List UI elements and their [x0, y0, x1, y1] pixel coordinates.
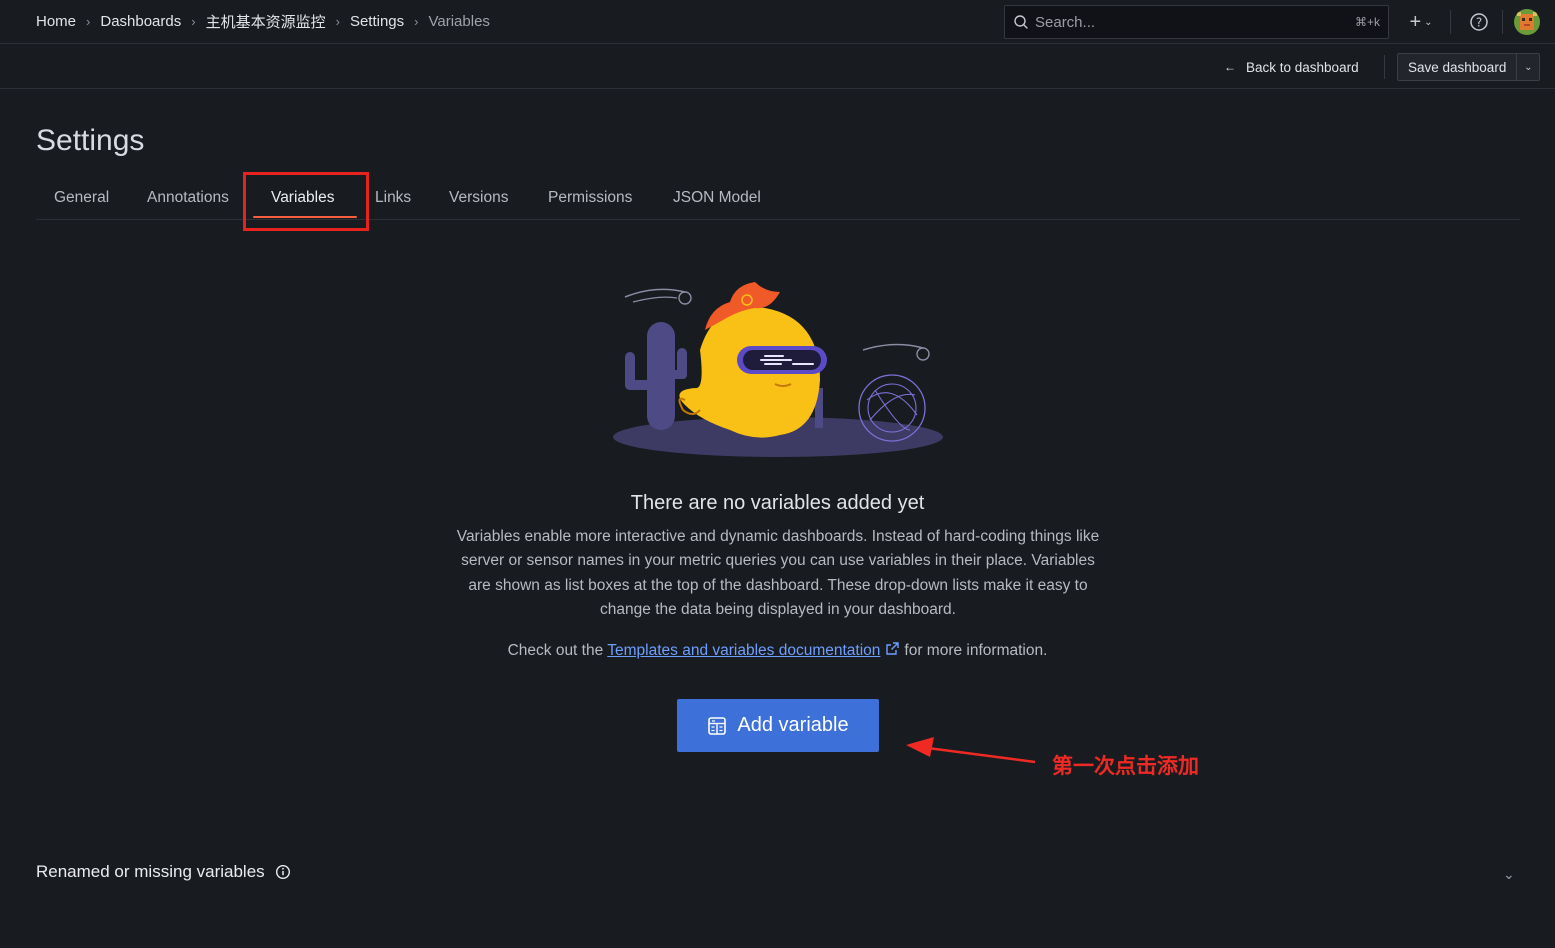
search-icon — [1014, 15, 1028, 29]
breadcrumb: Home › Dashboards › 主机基本资源监控 › Settings … — [36, 11, 490, 32]
annotation-arrow-icon — [906, 737, 1036, 764]
tab-permissions[interactable]: Permissions — [548, 176, 632, 219]
arrow-left-icon: ← — [1224, 60, 1236, 74]
save-dashboard-group: Save dashboard ⌄ — [1397, 53, 1541, 81]
annotation-text: 第一次点击添加 — [1052, 755, 1199, 778]
divider — [1450, 10, 1451, 34]
search-shortcut: ⌘+k — [1354, 15, 1380, 29]
divider — [1384, 55, 1385, 79]
empty-state-doc-line: Check out the Templates and variables do… — [0, 641, 1555, 660]
help-icon[interactable]: ? — [1469, 12, 1489, 32]
breadcrumb-separator-icon: › — [335, 14, 340, 29]
empty-state-illustration — [613, 282, 943, 457]
add-variable-label: Add variable — [737, 714, 849, 736]
info-icon — [275, 864, 290, 880]
breadcrumb-separator-icon: › — [191, 14, 196, 29]
back-to-dashboard-label: Back to dashboard — [1246, 59, 1359, 75]
tab-versions[interactable]: Versions — [449, 176, 508, 219]
top-bar: Home › Dashboards › 主机基本资源监控 › Settings … — [0, 0, 1555, 44]
search-placeholder: Search... — [1035, 13, 1096, 31]
tab-general[interactable]: General — [54, 176, 109, 219]
chevron-down-icon: ⌄ — [1524, 61, 1533, 73]
save-options-button[interactable]: ⌄ — [1517, 54, 1539, 80]
external-link-icon — [886, 642, 900, 655]
search-input[interactable]: Search... ⌘+k — [1004, 5, 1389, 39]
chevron-down-icon[interactable]: ⌄ — [1503, 866, 1515, 883]
save-dashboard-button[interactable]: Save dashboard — [1398, 54, 1518, 80]
breadcrumb-dashboard-name[interactable]: 主机基本资源监控 — [206, 11, 326, 32]
chevron-down-icon: ⌄ — [1424, 16, 1433, 28]
svg-text:?: ? — [1476, 16, 1482, 30]
breadcrumb-variables: Variables — [428, 13, 490, 30]
breadcrumb-settings[interactable]: Settings — [350, 13, 404, 30]
page-title: Settings — [36, 124, 145, 157]
doc-line-suffix: for more information. — [904, 642, 1048, 659]
renamed-variables-section[interactable]: Renamed or missing variables — [36, 862, 291, 882]
breadcrumb-home[interactable]: Home — [36, 13, 76, 30]
plus-icon: + — [1409, 10, 1422, 33]
dashboard-toolbar: ← Back to dashboard Save dashboard ⌄ — [0, 44, 1555, 89]
tab-annotations[interactable]: Annotations — [147, 176, 229, 219]
divider — [1502, 10, 1503, 34]
breadcrumb-separator-icon: › — [414, 14, 419, 29]
breadcrumb-dashboards[interactable]: Dashboards — [100, 13, 181, 30]
tab-links[interactable]: Links — [375, 176, 411, 219]
annotation-highlight-box — [243, 172, 369, 231]
doc-line-prefix: Check out the — [507, 642, 604, 659]
renamed-variables-label: Renamed or missing variables — [36, 862, 265, 881]
new-menu-button[interactable]: + ⌄ — [1403, 10, 1439, 34]
add-variable-button[interactable]: Add variable — [677, 699, 879, 752]
tab-json-model[interactable]: JSON Model — [673, 176, 761, 219]
avatar[interactable] — [1514, 9, 1540, 35]
documentation-link[interactable]: Templates and variables documentation — [607, 642, 880, 659]
back-to-dashboard-button[interactable]: ← Back to dashboard — [1218, 53, 1365, 81]
empty-state-description: Variables enable more interactive and dy… — [456, 528, 1100, 618]
calculator-icon — [708, 716, 727, 735]
empty-state-title: There are no variables added yet — [630, 492, 925, 514]
breadcrumb-separator-icon: › — [86, 14, 91, 29]
